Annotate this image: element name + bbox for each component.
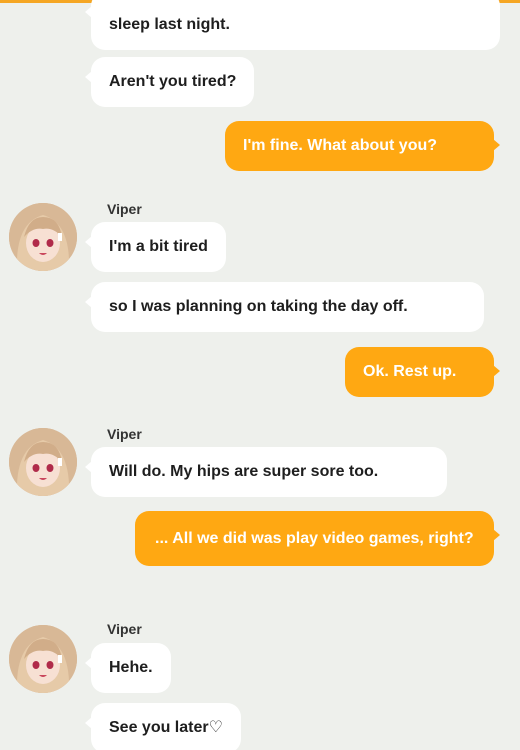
message-text: Will do. My hips are super sore too. (109, 463, 379, 480)
message-text: I'm fine. What about you? (243, 137, 438, 154)
message-text: Aren't you tired? (109, 73, 237, 90)
message-bubble-outgoing[interactable]: Ok. Rest up. (345, 347, 500, 397)
message-text: sleep last night. (109, 16, 230, 33)
sender-name: Viper (107, 201, 142, 217)
message-text: See you later♡ (109, 719, 223, 736)
message-text: Ok. Rest up. (363, 363, 457, 380)
viper-avatar-icon[interactable] (9, 428, 77, 496)
message-bubble-incoming[interactable]: I'm a bit tired (85, 222, 226, 272)
message-bubble-incoming[interactable]: Aren't you tired? (84, 57, 255, 107)
viper-avatar-icon[interactable] (9, 203, 77, 271)
sender-name: Viper (107, 426, 142, 442)
viper-avatar-icon[interactable] (9, 625, 77, 693)
message-bubble-incoming[interactable]: See you later♡ (85, 703, 241, 750)
message-text: so I was planning on taking the day off. (109, 298, 408, 315)
chat-screen: sleep last night. Aren't you tired? I'm … (0, 0, 520, 750)
message-bubble-incoming[interactable]: so I was planning on taking the day off. (85, 282, 484, 332)
message-bubble-incoming[interactable]: sleep last night. (85, 0, 500, 50)
message-bubble-incoming[interactable]: Will do. My hips are super sore too. (85, 447, 447, 497)
message-bubble-incoming[interactable]: Hehe. (85, 643, 171, 693)
message-bubble-outgoing[interactable]: I'm fine. What about you? (225, 121, 500, 171)
sender-name: Viper (107, 621, 142, 637)
message-bubble-outgoing[interactable]: ... All we did was play video games, rig… (135, 511, 500, 566)
message-text: Hehe. (109, 659, 153, 676)
message-text: I'm a bit tired (109, 238, 208, 255)
message-text: ... All we did was play video games, rig… (155, 530, 474, 547)
